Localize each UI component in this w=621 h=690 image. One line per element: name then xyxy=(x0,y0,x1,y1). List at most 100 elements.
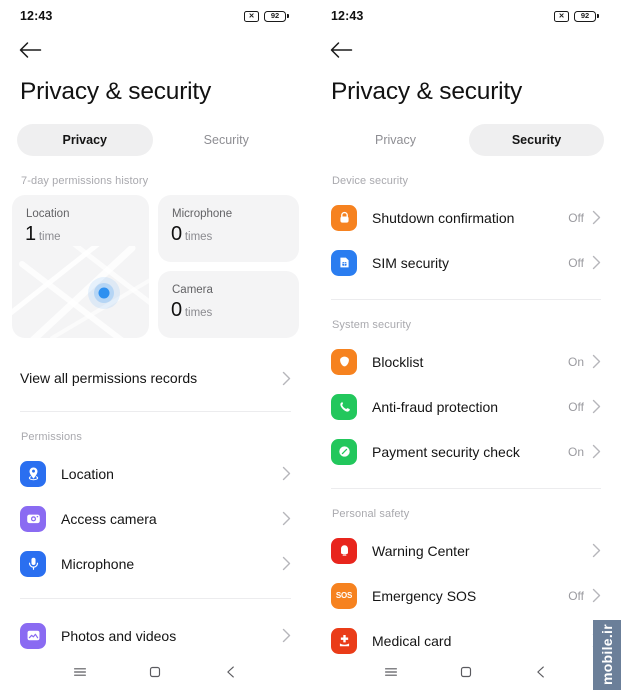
sos-icon: SOS xyxy=(331,582,357,609)
chevron-right-icon xyxy=(592,354,601,369)
card-camera[interactable]: Camera 0 times xyxy=(158,271,299,338)
security-row-blocklist[interactable]: Blocklist On xyxy=(331,339,601,384)
status-bar: 12:43 ✕ 92 xyxy=(311,0,621,32)
status-icons: ✕ 92 xyxy=(554,10,599,22)
phone-icon xyxy=(331,393,357,420)
security-row-shutdown-confirmation[interactable]: Shutdown confirmation Off xyxy=(331,195,601,240)
security-row-anti-fraud-protection[interactable]: Anti-fraud protection Off xyxy=(331,384,601,429)
permission-row-photos-and-videos[interactable]: Photos and videos xyxy=(20,613,291,658)
section-label-system-security: System security xyxy=(332,319,412,331)
permission-label: Access camera xyxy=(61,510,157,527)
security-screen: 12:43 ✕ 92 Privacy & security Privacy Se… xyxy=(311,0,621,690)
blocklist-icon xyxy=(331,348,357,375)
battery-percent: 92 xyxy=(270,11,280,21)
back-arrow-icon[interactable] xyxy=(330,41,354,59)
security-label: Medical card xyxy=(372,632,452,649)
section-label-device-security: Device security xyxy=(332,175,409,187)
security-row-sim-security[interactable]: SIM security Off xyxy=(331,240,601,285)
card-camera-unit: times xyxy=(184,307,213,319)
view-all-label: View all permissions records xyxy=(20,370,198,386)
privacy-screen: 12:43 ✕ 92 Privacy & security Privacy Se… xyxy=(0,0,311,690)
tab-security[interactable]: Security xyxy=(469,124,604,156)
watermark: mobile.ir xyxy=(593,620,621,690)
tab-bar: Privacy Security xyxy=(311,124,621,156)
back-icon[interactable] xyxy=(530,661,552,683)
security-value: On xyxy=(567,444,584,459)
status-bar: 12:43 ✕ 92 xyxy=(0,0,311,32)
card-location-title: Location xyxy=(26,208,70,220)
bell-alert-icon xyxy=(331,537,357,564)
lock-icon xyxy=(331,204,357,231)
security-label: Anti-fraud protection xyxy=(372,398,499,415)
recents-icon[interactable] xyxy=(69,661,91,683)
medical-cross-icon xyxy=(331,627,357,654)
sim-card-icon xyxy=(331,249,357,276)
home-icon[interactable] xyxy=(455,661,477,683)
security-value: Off xyxy=(568,399,584,414)
photos-icon xyxy=(20,622,46,649)
security-row-payment-security-check[interactable]: Payment security check On xyxy=(331,429,601,474)
battery-indicator: 92 xyxy=(574,10,599,22)
recents-icon[interactable] xyxy=(380,661,402,683)
security-label: Emergency SOS xyxy=(372,587,477,604)
card-microphone-title: Microphone xyxy=(172,208,233,220)
back-bar xyxy=(0,32,311,68)
no-sim-icon: ✕ xyxy=(554,10,569,22)
card-location-unit: time xyxy=(38,231,61,243)
tab-security[interactable]: Security xyxy=(159,124,295,156)
card-camera-title: Camera xyxy=(172,284,213,296)
view-all-permissions-records[interactable]: View all permissions records xyxy=(20,355,291,401)
card-camera-count: 0 xyxy=(171,299,182,321)
status-clock: 12:43 xyxy=(20,9,53,23)
screenshot-pair: 12:43 ✕ 92 Privacy & security Privacy Se… xyxy=(0,0,621,690)
permissions-section-label: Permissions xyxy=(21,431,83,443)
battery-percent: 92 xyxy=(580,11,590,21)
tab-bar: Privacy Security xyxy=(0,124,311,156)
tab-privacy[interactable]: Privacy xyxy=(328,124,463,156)
navigation-bar xyxy=(0,654,311,690)
security-value: On xyxy=(567,354,584,369)
chevron-right-icon xyxy=(282,466,291,481)
permission-label: Microphone xyxy=(61,555,135,572)
permission-usage-cards: Location 1 time Microphone 0 times Camer… xyxy=(0,195,311,338)
tab-privacy[interactable]: Privacy xyxy=(17,124,153,156)
security-row-warning-center[interactable]: Warning Center xyxy=(331,528,601,573)
battery-indicator: 92 xyxy=(264,10,289,22)
no-sim-icon: ✕ xyxy=(244,10,259,22)
camera-icon xyxy=(20,505,46,532)
card-location[interactable]: Location 1 time xyxy=(12,195,149,338)
permission-row-microphone[interactable]: Microphone xyxy=(20,541,291,586)
page-title: Privacy & security xyxy=(331,78,523,105)
security-label: Shutdown confirmation xyxy=(372,209,515,226)
card-microphone[interactable]: Microphone 0 times xyxy=(158,195,299,262)
back-bar xyxy=(311,32,621,68)
chevron-right-icon xyxy=(592,399,601,414)
chevron-right-icon xyxy=(592,543,601,558)
permissions-history-label: 7-day permissions history xyxy=(21,175,149,187)
back-icon[interactable] xyxy=(220,661,242,683)
chevron-right-icon xyxy=(592,255,601,270)
watermark-text: mobile.ir xyxy=(599,624,615,686)
security-label: Warning Center xyxy=(372,542,470,559)
chevron-right-icon xyxy=(282,628,291,643)
security-label: Blocklist xyxy=(372,353,424,370)
page-title: Privacy & security xyxy=(20,78,212,105)
chevron-right-icon xyxy=(282,511,291,526)
navigation-bar xyxy=(311,654,621,690)
card-microphone-count: 0 xyxy=(171,223,182,245)
chevron-right-icon xyxy=(592,588,601,603)
permission-row-access-camera[interactable]: Access camera xyxy=(20,496,291,541)
chevron-right-icon xyxy=(592,444,601,459)
card-location-count: 1 xyxy=(25,223,36,245)
status-clock: 12:43 xyxy=(331,9,364,23)
status-icons: ✕ 92 xyxy=(244,10,289,22)
microphone-icon xyxy=(20,550,46,577)
home-icon[interactable] xyxy=(144,661,166,683)
chevron-right-icon xyxy=(282,556,291,571)
security-row-emergency-sos[interactable]: SOS Emergency SOS Off xyxy=(331,573,601,618)
security-value: Off xyxy=(568,588,584,603)
permission-row-location[interactable]: Location xyxy=(20,451,291,496)
back-arrow-icon[interactable] xyxy=(19,41,43,59)
permission-label: Photos and videos xyxy=(61,627,177,644)
security-label: Payment security check xyxy=(372,443,520,460)
